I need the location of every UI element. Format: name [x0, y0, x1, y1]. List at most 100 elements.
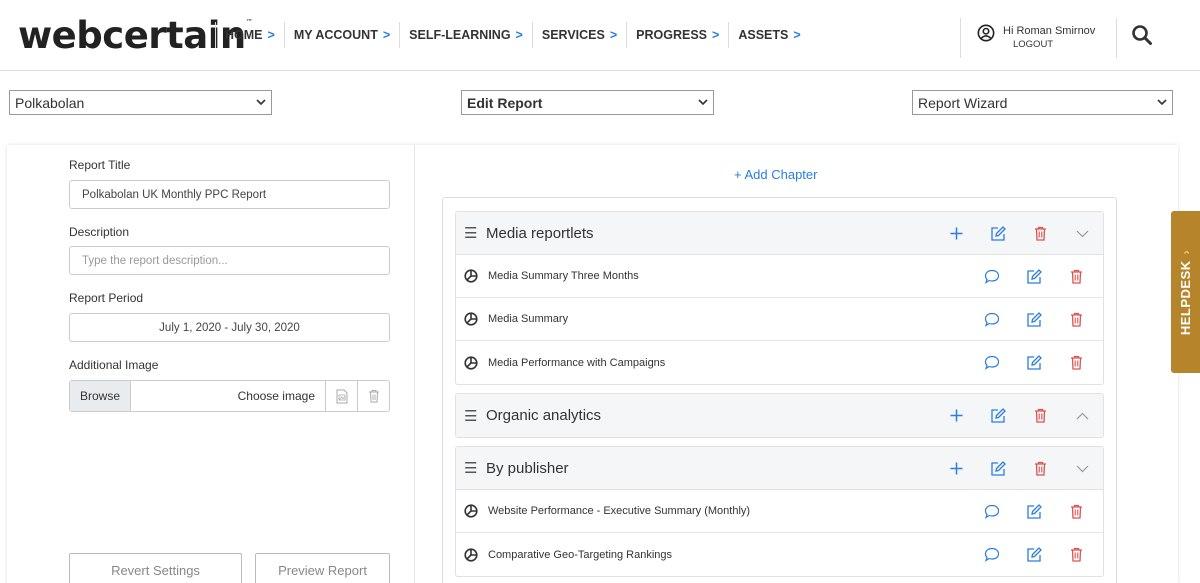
drag-handle-icon[interactable]: ☰	[464, 407, 486, 425]
comment-button[interactable]	[971, 547, 1013, 562]
expand-chapter-button[interactable]	[1061, 412, 1103, 420]
collapse-chapter-button[interactable]	[1061, 230, 1103, 238]
plus-icon	[950, 409, 962, 422]
pie-chart-icon	[464, 547, 484, 562]
report-settings-panel: Report Title Polkabolan UK Monthly PPC R…	[7, 145, 415, 583]
trash-icon	[1070, 269, 1082, 284]
edit-icon	[1027, 546, 1042, 562]
description-label: Description	[69, 225, 130, 239]
additional-image-label: Additional Image	[69, 358, 159, 372]
reportlet-actions	[971, 533, 1097, 576]
edit-icon	[991, 460, 1006, 476]
edit-icon	[1027, 503, 1042, 519]
nav-my-account[interactable]: MY ACCOUNT >	[283, 22, 399, 48]
image-preview-button[interactable]	[325, 381, 357, 411]
add-reportlet-button[interactable]	[935, 409, 977, 422]
helpdesk-tab[interactable]: HELPDESK ›	[1171, 211, 1200, 373]
comment-icon	[984, 355, 1000, 370]
chevron-right-icon: >	[609, 28, 618, 42]
reportlet-title: Media Summary	[488, 313, 569, 325]
chapter-title: Media reportlets	[486, 224, 594, 242]
reportlet-actions	[971, 255, 1097, 298]
comment-button[interactable]	[971, 269, 1013, 284]
logout-link[interactable]: LOGOUT	[1013, 38, 1095, 52]
edit-reportlet-button[interactable]	[1013, 546, 1055, 563]
action-select[interactable]: Edit Report	[461, 90, 714, 115]
delete-reportlet-button[interactable]	[1055, 312, 1097, 327]
report-period-input[interactable]: July 1, 2020 - July 30, 2020	[69, 313, 390, 342]
nav-self-learning[interactable]: SELF-LEARNING >	[399, 22, 532, 48]
client-select[interactable]: Polkabolan	[9, 90, 272, 115]
delete-reportlet-button[interactable]	[1055, 504, 1097, 519]
edit-reportlet-button[interactable]	[1013, 311, 1055, 328]
reportlet-item[interactable]: Media Summary Three Months	[456, 255, 1103, 298]
drag-handle-icon[interactable]: ☰	[464, 459, 486, 477]
description-input[interactable]: Type the report description...	[69, 246, 390, 275]
user-menu[interactable]: Hi Roman Smirnov LOGOUT	[960, 18, 1095, 58]
delete-chapter-button[interactable]	[1019, 461, 1061, 476]
chapter-by-publisher: ☰ By publisher Website Performance - Exe…	[455, 446, 1104, 577]
trash-icon	[368, 390, 379, 403]
nav-services[interactable]: SERVICES >	[531, 22, 626, 48]
drag-handle-icon[interactable]: ☰	[464, 224, 486, 242]
chapter-actions	[935, 212, 1103, 255]
edit-chapter-button[interactable]	[977, 407, 1019, 424]
trash-icon	[1034, 461, 1046, 476]
chevron-down-icon	[1076, 230, 1088, 237]
mode-select[interactable]: Report Wizard	[912, 90, 1173, 115]
reportlet-item[interactable]: Media Summary	[456, 298, 1103, 341]
choose-image-text[interactable]: Choose image	[131, 381, 325, 411]
nav-progress[interactable]: PROGRESS >	[626, 22, 728, 48]
nav-home[interactable]: HOME >	[215, 22, 284, 48]
edit-icon	[1027, 268, 1042, 284]
preview-report-button[interactable]: Preview Report	[255, 553, 390, 583]
mode-select-value: Report Wizard	[918, 94, 1008, 111]
chapter-header[interactable]: ☰ Organic analytics	[456, 394, 1103, 437]
chapter-header[interactable]: ☰ Media reportlets	[456, 212, 1103, 255]
chapter-media-reportlets: ☰ Media reportlets Media Summary Three M…	[455, 211, 1104, 385]
plus-icon	[950, 462, 962, 475]
chapter-header[interactable]: ☰ By publisher	[456, 447, 1103, 490]
delete-reportlet-button[interactable]	[1055, 269, 1097, 284]
delete-chapter-button[interactable]	[1019, 226, 1061, 241]
reportlet-title: Website Performance - Executive Summary …	[488, 505, 751, 517]
comment-icon	[984, 547, 1000, 562]
search-button[interactable]	[1116, 18, 1153, 58]
report-period-label: Report Period	[69, 291, 144, 305]
edit-icon	[1027, 354, 1042, 370]
reportlet-actions	[971, 490, 1097, 533]
reportlet-title: Comparative Geo-Targeting Rankings	[488, 548, 673, 561]
browse-button[interactable]: Browse	[70, 381, 131, 411]
nav-my-account-label: MY ACCOUNT	[293, 28, 378, 42]
report-title-input[interactable]: Polkabolan UK Monthly PPC Report	[69, 180, 390, 209]
delete-chapter-button[interactable]	[1019, 408, 1061, 423]
nav-home-label: HOME	[225, 28, 263, 42]
add-reportlet-button[interactable]	[935, 227, 977, 240]
reportlet-item[interactable]: Comparative Geo-Targeting Rankings	[456, 533, 1103, 576]
edit-chapter-button[interactable]	[977, 460, 1019, 477]
comment-button[interactable]	[971, 355, 1013, 370]
image-delete-button[interactable]	[357, 381, 389, 411]
chevron-down-icon	[1157, 99, 1167, 106]
edit-chapter-button[interactable]	[977, 225, 1019, 242]
report-editor-card: Report Title Polkabolan UK Monthly PPC R…	[7, 145, 1178, 583]
edit-icon	[1027, 311, 1042, 327]
comment-button[interactable]	[971, 504, 1013, 519]
user-info: Hi Roman Smirnov LOGOUT	[1003, 18, 1095, 52]
helpdesk-label: HELPDESK	[1178, 259, 1194, 335]
trash-icon	[1070, 547, 1082, 562]
delete-reportlet-button[interactable]	[1055, 547, 1097, 562]
collapse-chapter-button[interactable]	[1061, 465, 1103, 473]
reportlet-item[interactable]: Website Performance - Executive Summary …	[456, 490, 1103, 533]
add-reportlet-button[interactable]	[935, 462, 977, 475]
comment-button[interactable]	[971, 312, 1013, 327]
delete-reportlet-button[interactable]	[1055, 355, 1097, 370]
edit-reportlet-button[interactable]	[1013, 503, 1055, 520]
add-chapter-button[interactable]: + Add Chapter	[734, 167, 817, 182]
edit-reportlet-button[interactable]	[1013, 268, 1055, 285]
top-header: webcertain™ HOME > MY ACCOUNT > SELF-LEARN…	[0, 0, 1200, 71]
reportlet-item[interactable]: Media Performance with Campaigns	[456, 341, 1103, 384]
revert-settings-button[interactable]: Revert Settings	[69, 553, 242, 583]
edit-reportlet-button[interactable]	[1013, 354, 1055, 371]
nav-assets[interactable]: ASSETS >	[728, 22, 809, 48]
